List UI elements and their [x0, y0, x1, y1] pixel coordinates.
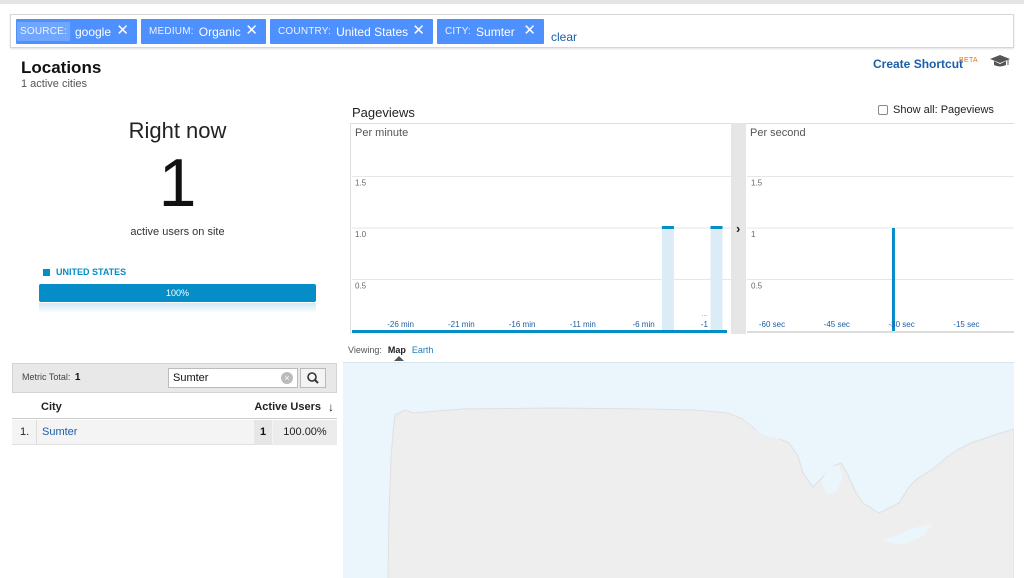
country-legend: UNITED STATES: [43, 267, 126, 277]
checkbox-icon[interactable]: [878, 105, 888, 115]
x-tick-label: -21 min: [448, 320, 475, 329]
y-tick-label: 1.5: [355, 179, 367, 188]
x-tick-label: -30 sec: [888, 320, 914, 329]
close-icon[interactable]: ✕: [116, 23, 129, 39]
beta-badge: BETA: [959, 57, 978, 64]
filter-chip-country[interactable]: COUNTRY: United States ✕: [270, 19, 433, 44]
active-users-count: 1: [158, 145, 197, 221]
x-tick-label: -16 min: [509, 320, 536, 329]
landmass-shape: [387, 407, 1014, 578]
bar-highlight: [710, 226, 723, 331]
view-earth-tab[interactable]: Earth: [412, 345, 434, 355]
per-second-label: Per second: [750, 127, 806, 139]
pageviews-title: Pageviews: [352, 105, 415, 120]
y-tick-label: 0.5: [355, 282, 367, 291]
filter-chip-value: Organic: [198, 24, 241, 39]
pageview-bar: [661, 226, 674, 229]
active-users-value: 1: [254, 420, 272, 445]
pageviews-chart: › 1.5 1.0 0.5 -26 min -21 min -16 min -11 min -…: [350, 123, 1014, 334]
y-tick-label: 1.0: [355, 230, 367, 239]
active-users-percent: 100.00%: [273, 420, 337, 445]
filter-bar: SOURCE: google ✕ MEDIUM: Organic ✕ COUNT…: [10, 14, 1014, 48]
right-now-label: Right now: [128, 118, 227, 143]
view-map-tab[interactable]: Map: [388, 345, 406, 355]
viewing-label: Viewing:: [348, 345, 382, 355]
active-view-caret: [394, 356, 404, 361]
table-row: 1. Sumter 1 100.00%: [12, 420, 337, 445]
page-subtitle: 1 active cities: [21, 78, 88, 90]
y-tick-label: 0.5: [751, 282, 763, 291]
country-share-bar: 100%: [39, 284, 316, 302]
per-minute-pane: 1.5 1.0 0.5 -26 min -21 min -16 min -11 min -6 …: [352, 176, 731, 333]
graduation-cap-icon[interactable]: [990, 54, 1010, 68]
close-icon[interactable]: ✕: [412, 23, 425, 39]
pageview-bar: [891, 228, 895, 331]
show-all-checkbox[interactable]: Show all: Pageviews: [878, 104, 994, 116]
row-index: 1.: [20, 426, 30, 438]
metric-total-label: Metric Total:: [22, 372, 71, 382]
x-tick-label: -1: [701, 320, 709, 329]
city-link[interactable]: Sumter: [42, 426, 77, 438]
baseline: [352, 330, 727, 333]
search-input-value: Sumter: [173, 372, 209, 384]
column-header-city[interactable]: City: [41, 401, 62, 413]
x-tick-label: -6 min: [632, 320, 654, 329]
legend-swatch: [43, 268, 50, 276]
close-icon[interactable]: ✕: [523, 23, 536, 39]
per-minute-label: Per minute: [355, 127, 409, 139]
clear-search-icon[interactable]: ×: [281, 372, 293, 384]
us-map-shape: [387, 407, 1014, 578]
page-title: Locations: [21, 58, 102, 77]
metric-toolbar: Metric Total: 1 Sumter ×: [12, 363, 337, 393]
filter-chip-city[interactable]: CITY: Sumter ✕: [437, 19, 544, 44]
country-share-label: 100%: [165, 288, 190, 298]
x-tick-label: -11 min: [570, 320, 596, 329]
filter-chip-value: United States: [336, 24, 409, 39]
metric-total: Metric Total: 1: [22, 372, 80, 383]
x-tick-label: -45 sec: [824, 320, 850, 329]
create-shortcut-link[interactable]: Create Shortcut: [873, 57, 963, 71]
y-tick-label: 1.5: [751, 179, 763, 188]
filter-chip-key: COUNTRY:: [278, 26, 332, 37]
x-tick-label: -60 sec: [759, 320, 785, 329]
filter-chip-source[interactable]: SOURCE: google ✕: [16, 19, 137, 44]
metric-total-value: 1: [74, 372, 81, 383]
map[interactable]: [343, 362, 1014, 578]
filter-chip-value: google: [74, 24, 112, 39]
chevron-right-icon[interactable]: ›: [736, 221, 740, 236]
country-bar-reflection: [39, 303, 316, 313]
viewing-toggle: Viewing: Map Earth: [348, 345, 433, 355]
filter-chip-key: SOURCE:: [17, 22, 70, 41]
search-icon: [307, 372, 319, 384]
x-tick-label: -15 sec: [953, 320, 979, 329]
x-tick-label: -26 min: [387, 320, 414, 329]
y-tick-label: 1: [751, 230, 756, 239]
close-icon[interactable]: ✕: [245, 23, 258, 39]
filter-chip-value: Sumter: [476, 24, 515, 39]
active-users-caption: active users on site: [130, 226, 225, 238]
column-header-active-users[interactable]: Active Users: [254, 401, 321, 413]
top-strip: [0, 0, 1024, 4]
table-header: City Active Users ↓: [12, 395, 337, 419]
pageview-bar: [710, 226, 723, 229]
filter-chip-medium[interactable]: MEDIUM: Organic ✕: [141, 19, 266, 44]
overflow-marker: ...: [701, 311, 707, 318]
search-input[interactable]: Sumter ×: [168, 368, 298, 388]
filter-chip-key: CITY:: [445, 26, 472, 37]
search-button[interactable]: [300, 368, 326, 388]
filter-chip-key: MEDIUM:: [149, 26, 194, 37]
per-second-pane: 1.5 1 0.5 -60 sec -45 sec -30 sec -15 sec: [747, 176, 1014, 333]
show-all-label: Show all: Pageviews: [893, 104, 994, 116]
clear-filters-link[interactable]: clear: [551, 30, 577, 44]
row-divider: [36, 420, 37, 445]
country-name: UNITED STATES: [56, 267, 127, 277]
sort-arrow-icon[interactable]: ↓: [328, 400, 334, 414]
bar-highlight: [661, 226, 674, 331]
